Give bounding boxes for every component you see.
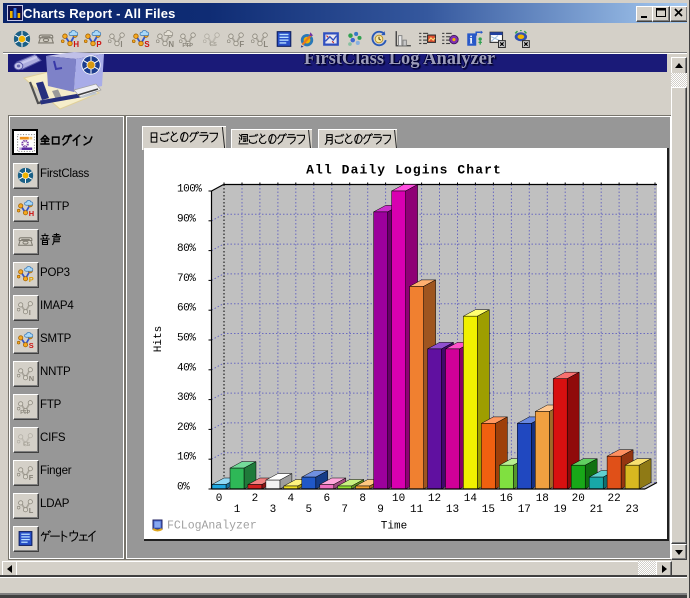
svg-text:20%: 20% [177,422,196,434]
svg-text:15: 15 [482,504,495,516]
svg-text:70%: 70% [177,273,196,285]
svg-text:17: 17 [518,504,531,516]
svg-text:2: 2 [252,493,259,505]
svg-text:23: 23 [625,504,638,516]
svg-text:Time: Time [381,521,407,533]
svg-text:I: I [120,40,122,48]
svg-text:N: N [28,374,33,382]
svg-text:8: 8 [359,493,366,505]
svg-text:L: L [28,506,33,514]
svg-text:L: L [263,40,268,48]
svg-text:21: 21 [590,504,604,516]
svg-text:12: 12 [428,493,441,505]
svg-text:14: 14 [464,493,478,505]
svg-text:50%: 50% [177,333,196,345]
svg-text:16: 16 [500,493,513,505]
svg-text:11: 11 [410,504,424,516]
svg-text:3: 3 [270,504,277,516]
svg-text:5: 5 [305,504,312,516]
svg-text:All Daily Logins Chart: All Daily Logins Chart [306,163,502,178]
svg-text:FS: FS [210,42,217,48]
svg-text:F: F [28,473,33,481]
svg-text:FS: FS [23,442,30,448]
svg-text:0: 0 [216,493,223,505]
svg-text:0%: 0% [177,482,190,494]
svg-text:i: i [470,35,473,47]
svg-text:Hits: Hits [153,326,165,352]
svg-text:S: S [144,40,149,48]
svg-text:13: 13 [446,504,459,516]
svg-text:19: 19 [554,504,567,516]
svg-text:18: 18 [536,493,549,505]
svg-text:FTP: FTP [20,410,30,415]
svg-text:20: 20 [572,493,585,505]
svg-text:40%: 40% [177,362,196,374]
svg-text:80%: 80% [177,243,196,255]
svg-text:H: H [73,40,79,48]
svg-text:22: 22 [607,493,620,505]
svg-text:90%: 90% [177,213,196,225]
svg-text:10%: 10% [177,452,196,464]
svg-text:1: 1 [234,504,241,516]
svg-text:S: S [28,341,33,349]
svg-text:FTP: FTP [182,43,193,48]
svg-text:H: H [28,209,33,217]
svg-text:P: P [28,275,33,283]
svg-text:N: N [168,40,174,48]
svg-text:7: 7 [341,504,348,516]
svg-text:4: 4 [287,493,294,505]
svg-text:9: 9 [377,504,384,516]
svg-text:10: 10 [392,493,405,505]
svg-text:I: I [28,308,30,316]
svg-text:30%: 30% [177,392,196,404]
svg-text:F: F [239,40,244,48]
svg-text:60%: 60% [177,303,196,315]
svg-text:6: 6 [323,493,330,505]
svg-text:P: P [96,40,101,48]
svg-text:100%: 100% [177,184,202,196]
svg-text:FCLogAnalyzer: FCLogAnalyzer [167,520,257,533]
